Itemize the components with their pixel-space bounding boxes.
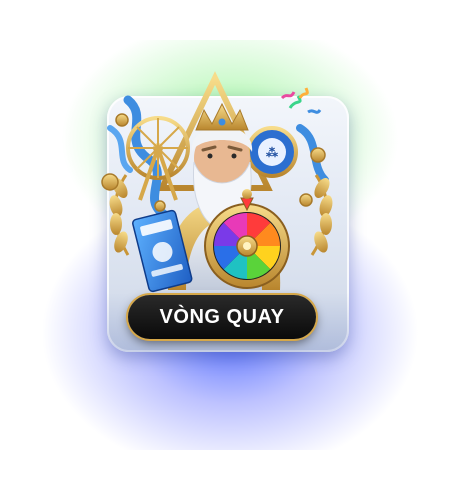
confetti-icon xyxy=(280,87,322,114)
bingo-ball-icon: ⁂ xyxy=(246,126,298,178)
svg-text:⁂: ⁂ xyxy=(266,146,278,160)
promo-artwork: ⁂ xyxy=(101,71,333,293)
spin-wheel-button-label: VÒNG QUAY xyxy=(159,305,285,328)
spin-wheel-button[interactable]: VÒNG QUAY xyxy=(128,295,316,339)
